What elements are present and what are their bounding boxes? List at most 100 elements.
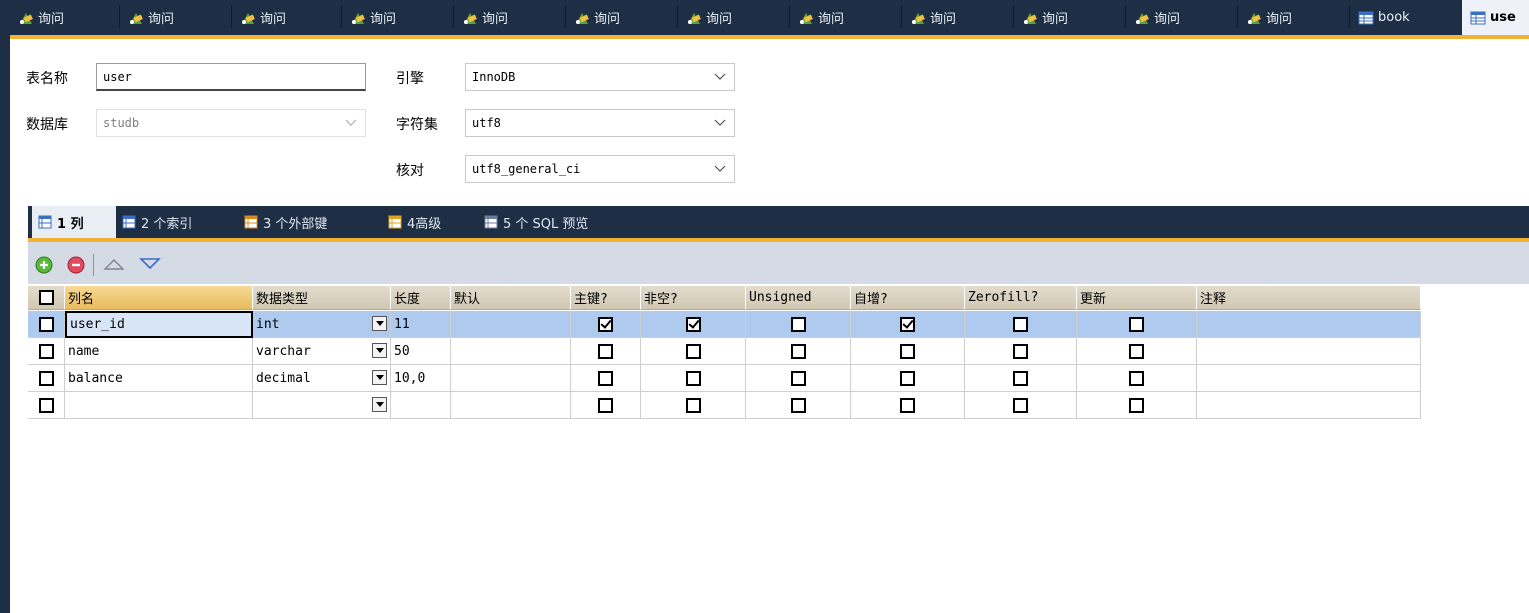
type-dropdown-icon[interactable]	[372, 370, 387, 385]
query-tab-2[interactable]: 询问	[120, 0, 232, 35]
move-up-icon[interactable]	[103, 257, 125, 271]
cell-unsigned-checkbox[interactable]	[746, 365, 851, 392]
engine-label: 引擎	[396, 71, 424, 87]
cell-nn-checkbox[interactable]	[641, 365, 746, 392]
cell-length[interactable]: 11	[391, 311, 451, 338]
cell-type[interactable]: decimal	[253, 365, 391, 392]
cell-unsigned-checkbox[interactable]	[746, 338, 851, 365]
cell-zerofill-checkbox[interactable]	[965, 365, 1077, 392]
cell-zerofill-checkbox[interactable]	[965, 311, 1077, 338]
designer-tab-4[interactable]: 4高级	[382, 206, 478, 238]
move-down-icon[interactable]	[139, 257, 161, 271]
collation-select[interactable]: utf8_general_ci	[465, 155, 735, 183]
cell-ai-checkbox[interactable]	[851, 365, 965, 392]
chevron-down-icon	[714, 165, 726, 172]
cell-comment[interactable]	[1197, 365, 1421, 392]
type-dropdown-icon[interactable]	[372, 316, 387, 331]
cell-pk-checkbox[interactable]	[571, 338, 641, 365]
column-header[interactable]: Unsigned	[746, 286, 851, 310]
cell-type[interactable]: varchar	[253, 338, 391, 365]
designer-tab-3[interactable]: 3 个外部键	[238, 206, 382, 238]
cell-update-checkbox[interactable]	[1077, 311, 1197, 338]
designer-tab-5[interactable]: 5 个 SQL 预览	[478, 206, 648, 238]
cell-ai-checkbox[interactable]	[851, 392, 965, 419]
column-header[interactable]: Zerofill?	[965, 286, 1077, 310]
row-select-checkbox[interactable]	[28, 365, 65, 392]
engine-select[interactable]: InnoDB	[465, 63, 735, 91]
query-tab-11[interactable]: 询问	[1126, 0, 1238, 35]
query-tab-4[interactable]: 询问	[342, 0, 454, 35]
cell-ai-checkbox[interactable]	[851, 338, 965, 365]
cell-type[interactable]: int	[253, 311, 391, 338]
cell-length[interactable]: 50	[391, 338, 451, 365]
cell-default[interactable]	[451, 311, 571, 338]
cell-update-checkbox[interactable]	[1077, 365, 1197, 392]
charset-select[interactable]: utf8	[465, 109, 735, 137]
query-tab-10[interactable]: 询问	[1014, 0, 1126, 35]
cell-default[interactable]	[451, 392, 571, 419]
column-header[interactable]: 自增?	[851, 286, 965, 310]
column-header[interactable]: 默认	[451, 286, 571, 310]
column-header[interactable]: 主键?	[571, 286, 641, 310]
cell-comment[interactable]	[1197, 311, 1421, 338]
cell-nn-checkbox[interactable]	[641, 392, 746, 419]
cell-comment[interactable]	[1197, 338, 1421, 365]
cell-name[interactable]: balance	[65, 365, 253, 392]
cell-zerofill-checkbox[interactable]	[965, 338, 1077, 365]
cell-nn-checkbox[interactable]	[641, 338, 746, 365]
cell-default[interactable]	[451, 365, 571, 392]
cell-ai-checkbox[interactable]	[851, 311, 965, 338]
query-tab-3[interactable]: 询问	[232, 0, 342, 35]
query-tab-label: 询问	[370, 12, 397, 27]
cell-pk-checkbox[interactable]	[571, 311, 641, 338]
column-header[interactable]: 非空?	[641, 286, 746, 310]
designer-tab-1[interactable]: 1 列	[32, 206, 116, 238]
designer-tab-2[interactable]: 2 个索引	[116, 206, 238, 238]
cell-default[interactable]	[451, 338, 571, 365]
type-dropdown-icon[interactable]	[372, 397, 387, 412]
cell-pk-checkbox[interactable]	[571, 365, 641, 392]
database-label: 数据库	[26, 117, 68, 133]
add-column-icon[interactable]	[35, 256, 53, 274]
query-tab-7[interactable]: 询问	[678, 0, 790, 35]
cell-update-checkbox[interactable]	[1077, 338, 1197, 365]
query-tab-12[interactable]: 询问	[1238, 0, 1350, 35]
cell-length[interactable]	[391, 392, 451, 419]
row-select-checkbox[interactable]	[28, 311, 65, 338]
cell-name[interactable]: user_id	[65, 311, 253, 338]
column-header[interactable]: 长度	[391, 286, 451, 310]
select-all-checkbox[interactable]	[28, 286, 65, 310]
cell-length[interactable]: 10,0	[391, 365, 451, 392]
table-name-input[interactable]: user	[96, 63, 366, 91]
cell-pk-checkbox[interactable]	[571, 392, 641, 419]
cell-name[interactable]: name	[65, 338, 253, 365]
chevron-down-icon	[714, 119, 726, 126]
row-select-checkbox[interactable]	[28, 392, 65, 419]
cell-type[interactable]	[253, 392, 391, 419]
cell-nn-checkbox[interactable]	[641, 311, 746, 338]
remove-column-icon[interactable]	[67, 256, 85, 274]
query-tab-1[interactable]: 询问	[10, 0, 120, 35]
cell-zerofill-checkbox[interactable]	[965, 392, 1077, 419]
column-header[interactable]: 列名	[65, 286, 253, 310]
query-tab-9[interactable]: 询问	[902, 0, 1014, 35]
query-tab-label: 询问	[148, 12, 175, 27]
column-header[interactable]: 数据类型	[253, 286, 391, 310]
query-tab-14[interactable]: use	[1462, 0, 1529, 35]
query-tab-5[interactable]: 询问	[454, 0, 566, 35]
column-header[interactable]: 更新	[1077, 286, 1197, 310]
query-tab-6[interactable]: 询问	[566, 0, 678, 35]
cell-update-checkbox[interactable]	[1077, 392, 1197, 419]
column-header[interactable]: 注释	[1197, 286, 1421, 310]
cell-unsigned-checkbox[interactable]	[746, 392, 851, 419]
query-tab-8[interactable]: 询问	[790, 0, 902, 35]
cell-name[interactable]	[65, 392, 253, 419]
query-icon	[688, 12, 701, 24]
row-select-checkbox[interactable]	[28, 338, 65, 365]
collation-label: 核对	[396, 163, 424, 179]
query-tab-13[interactable]: book	[1350, 0, 1462, 35]
checkbox-icon	[900, 397, 915, 413]
cell-unsigned-checkbox[interactable]	[746, 311, 851, 338]
type-dropdown-icon[interactable]	[372, 343, 387, 358]
cell-comment[interactable]	[1197, 392, 1421, 419]
